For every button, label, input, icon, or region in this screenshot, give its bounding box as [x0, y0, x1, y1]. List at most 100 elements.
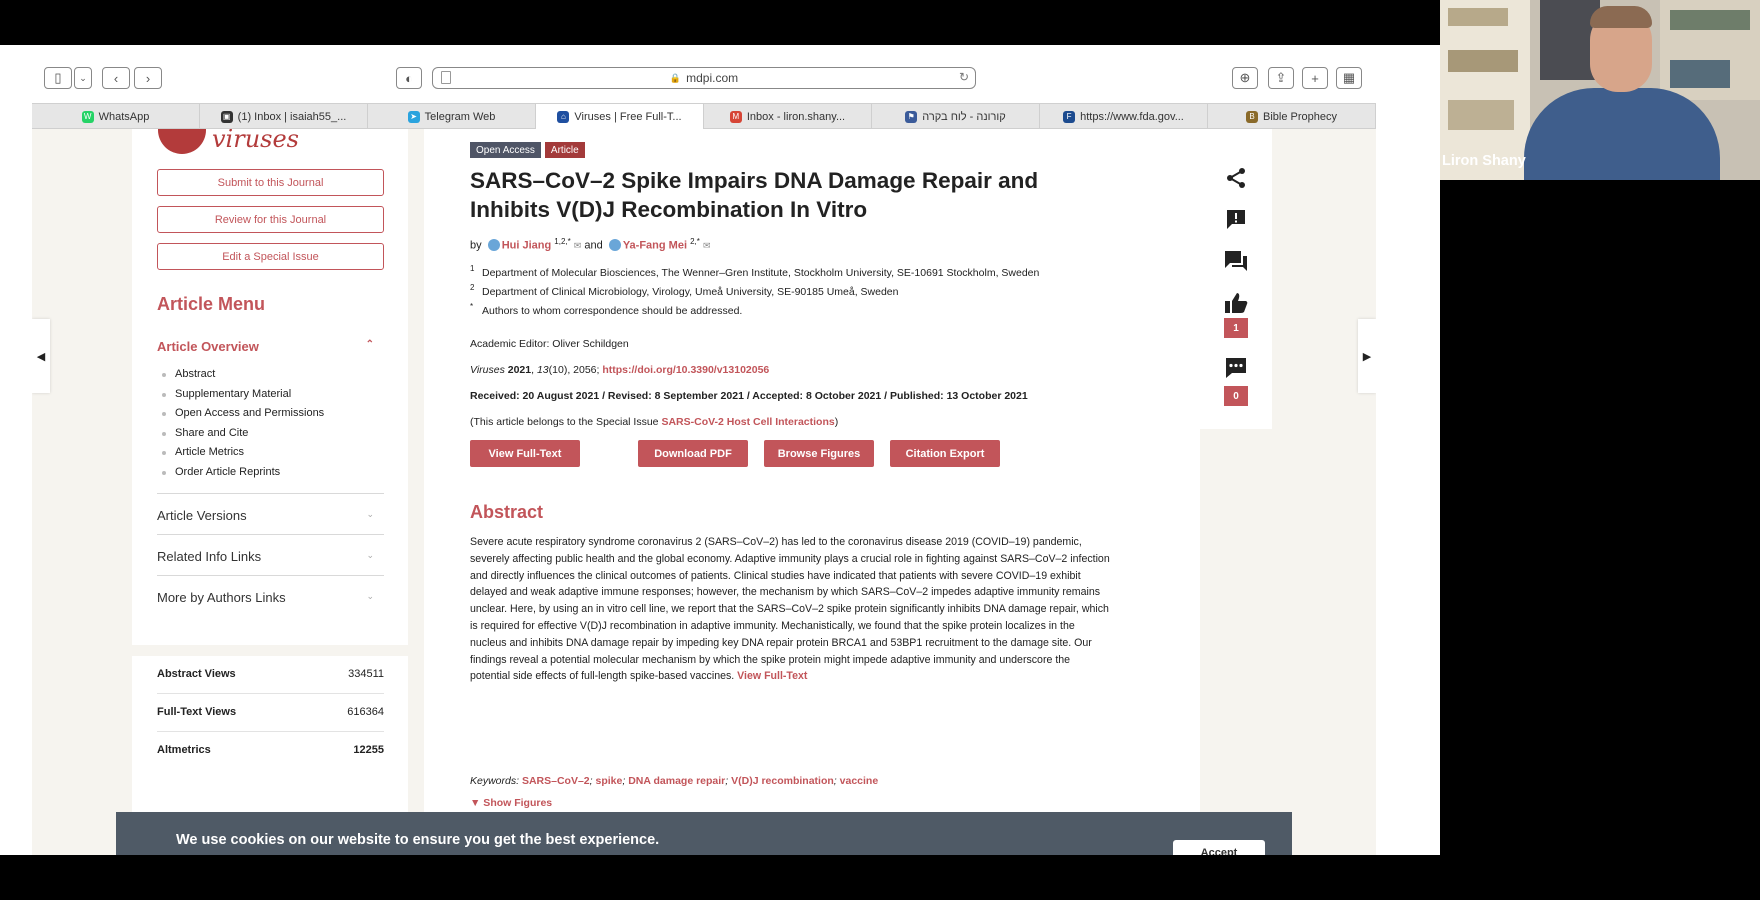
browser-tab[interactable]: Fhttps://www.fda.gov... [1040, 104, 1208, 129]
abstract-full-text-link[interactable]: View Full-Text [737, 670, 807, 682]
metric-row: Altmetrics 12255 [157, 732, 384, 770]
doi-link[interactable]: https://doi.org/10.3390/v13102056 [602, 364, 769, 376]
author-profile-icon [608, 238, 621, 251]
affiliation-number: * [470, 302, 474, 311]
keyword-link[interactable]: spike [596, 775, 623, 787]
overview-link-open-access[interactable]: Open Access and Permissions [157, 407, 324, 427]
comments-icon[interactable] [1222, 247, 1250, 275]
browser-tab[interactable]: B Bible Prophecy [1208, 104, 1376, 129]
tab-label: Inbox - liron.shany... [746, 110, 846, 123]
share-icon[interactable] [1222, 164, 1250, 192]
keyword-link[interactable]: DNA damage repair [628, 775, 725, 787]
article-overview-toggle[interactable]: Article Overview ⌃ [157, 339, 384, 354]
privacy-shield-icon[interactable]: ◐ [396, 67, 422, 89]
browser-tab[interactable]: W WhatsApp [32, 104, 200, 129]
browser-tab[interactable]: ⚑ קורונה - לוח בקרה [872, 104, 1040, 129]
back-button[interactable]: ‹ [102, 67, 130, 89]
submit-journal-button[interactable]: Submit to this Journal [157, 169, 384, 196]
special-issue-link[interactable]: SARS-CoV-2 Host Cell Interactions [661, 416, 834, 428]
article-menu-title: Article Menu [157, 294, 266, 314]
show-figures-toggle[interactable]: ▼ Show Figures [470, 797, 552, 809]
address-bar[interactable]: 🔒 mdpi.com ↻ [432, 67, 976, 89]
tab-label: Telegram Web [424, 110, 496, 123]
download-icon[interactable]: ⊕ [1232, 67, 1258, 89]
left-sidebar: viruses Submit to this Journal Review fo… [132, 129, 408, 645]
email-icon[interactable]: ✉ [703, 241, 711, 251]
overview-link-metrics[interactable]: Article Metrics [157, 446, 324, 466]
article-versions-toggle[interactable]: Article Versions ⌄ [157, 493, 384, 534]
books [1448, 50, 1518, 72]
affiliation-2: 2 Department of Clinical Microbiology, V… [470, 283, 899, 298]
tab-label: (1) Inbox | isaiah55_... [237, 110, 347, 123]
browser-tab[interactable]: ⌂ Viruses | Free Full-T... [536, 104, 704, 129]
author-link[interactable]: Hui Jiang [502, 240, 552, 252]
screen: ▯ ⌄ ‹ › ◐ 🔒 mdpi.com ↻ ⊕ ⇪ + ▦ W WhatsApp… [0, 0, 1760, 900]
keyword-link[interactable]: vaccine [840, 775, 879, 787]
browser-tab[interactable]: ➤ Telegram Web [368, 104, 536, 129]
tab-favicon-icon: ⌂ [557, 110, 570, 123]
web-page: ◀ ▶ viruses Submit to this Journal Revie… [32, 129, 1376, 855]
citation-line: Viruses 2021, 13(10), 2056; https://doi.… [470, 364, 770, 376]
abstract-heading: Abstract [470, 502, 544, 522]
chevron-down-icon[interactable]: ⌄ [74, 67, 92, 89]
edit-special-issue-button[interactable]: Edit a Special Issue [157, 243, 384, 270]
sidebar-toggle-icon[interactable]: ▯ [44, 67, 72, 89]
review-journal-button[interactable]: Review for this Journal [157, 206, 384, 233]
article-versions-label: Article Versions [157, 508, 247, 523]
prev-article-arrow-icon[interactable]: ◀ [32, 319, 50, 393]
tab-label: https://www.fda.gov... [1080, 110, 1184, 123]
right-action-rail: 1 0 [1200, 129, 1272, 429]
browse-figures-button[interactable]: Browse Figures [764, 440, 874, 467]
tab-label: WhatsApp [98, 110, 150, 123]
tab-favicon-icon: ▣ [220, 110, 233, 123]
journal-logo[interactable]: viruses [158, 129, 299, 155]
tab-label: Viruses | Free Full-T... [574, 110, 682, 123]
tab-bar: W WhatsApp ▣ (1) Inbox | isaiah55_... ➤ Teleg… [32, 103, 1376, 129]
cookie-banner: We use cookies on our website to ensure … [116, 812, 1292, 855]
special-issue-suffix: ) [834, 416, 839, 428]
author-link[interactable]: Ya-Fang Mei [623, 240, 687, 252]
email-icon[interactable]: ✉ [574, 241, 582, 251]
accept-cookies-button[interactable]: Accept [1173, 840, 1265, 855]
thumbs-up-icon[interactable] [1222, 289, 1250, 317]
report-error-icon[interactable] [1222, 205, 1250, 233]
view-full-text-button[interactable]: View Full-Text [470, 440, 580, 467]
keyword-link[interactable]: SARS–CoV–2 [522, 775, 590, 787]
browser-tab[interactable]: ▣ (1) Inbox | isaiah55_... [200, 104, 368, 129]
authors-links-toggle[interactable]: More by Authors Links ⌄ [157, 575, 384, 616]
article-main: Open Access Article SARS–CoV–2 Spike Imp… [424, 129, 1200, 855]
abstract-text: Severe acute respiratory syndrome corona… [470, 534, 1110, 685]
reload-icon[interactable]: ↻ [959, 70, 969, 84]
journal-name: Viruses [470, 364, 505, 376]
metric-label: Full-Text Views [157, 706, 237, 718]
metric-value: 616364 [347, 706, 384, 718]
affiliation-number: 2 [470, 283, 475, 292]
next-article-arrow-icon[interactable]: ▶ [1358, 319, 1376, 393]
new-tab-icon[interactable]: + [1302, 67, 1328, 89]
overview-link-share-cite[interactable]: Share and Cite [157, 427, 324, 447]
overview-link-abstract[interactable]: Abstract [157, 368, 324, 388]
overview-link-reprints[interactable]: Order Article Reprints [157, 466, 324, 486]
page-icon [441, 71, 451, 84]
keyword-link[interactable]: V(D)J recombination [731, 775, 834, 787]
tab-overview-icon[interactable]: ▦ [1336, 67, 1362, 89]
special-issue-line: (This article belongs to the Special Iss… [470, 416, 838, 428]
related-info-toggle[interactable]: Related Info Links ⌄ [157, 534, 384, 575]
chevron-down-icon: ⌄ [366, 509, 374, 519]
discussion-icon[interactable] [1222, 354, 1250, 382]
overview-link-supplementary[interactable]: Supplementary Material [157, 388, 324, 408]
chevron-up-icon: ⌃ [365, 339, 374, 350]
chevron-down-icon: ⌄ [366, 550, 374, 560]
forward-button[interactable]: › [134, 67, 162, 89]
browser-tab[interactable]: M Inbox - liron.shany... [704, 104, 872, 129]
citation-export-button[interactable]: Citation Export [890, 440, 1000, 467]
books [1670, 10, 1750, 30]
person-hair [1590, 6, 1652, 28]
download-pdf-button[interactable]: Download PDF [638, 440, 748, 467]
abstract-body: Severe acute respiratory syndrome corona… [470, 536, 1110, 683]
article-type-badge: Article [544, 142, 585, 158]
related-info-label: Related Info Links [157, 549, 262, 564]
share-icon[interactable]: ⇪ [1268, 67, 1294, 89]
affiliation-text: Department of Clinical Microbiology, Vir… [482, 286, 899, 298]
metric-label: Abstract Views [157, 668, 236, 680]
